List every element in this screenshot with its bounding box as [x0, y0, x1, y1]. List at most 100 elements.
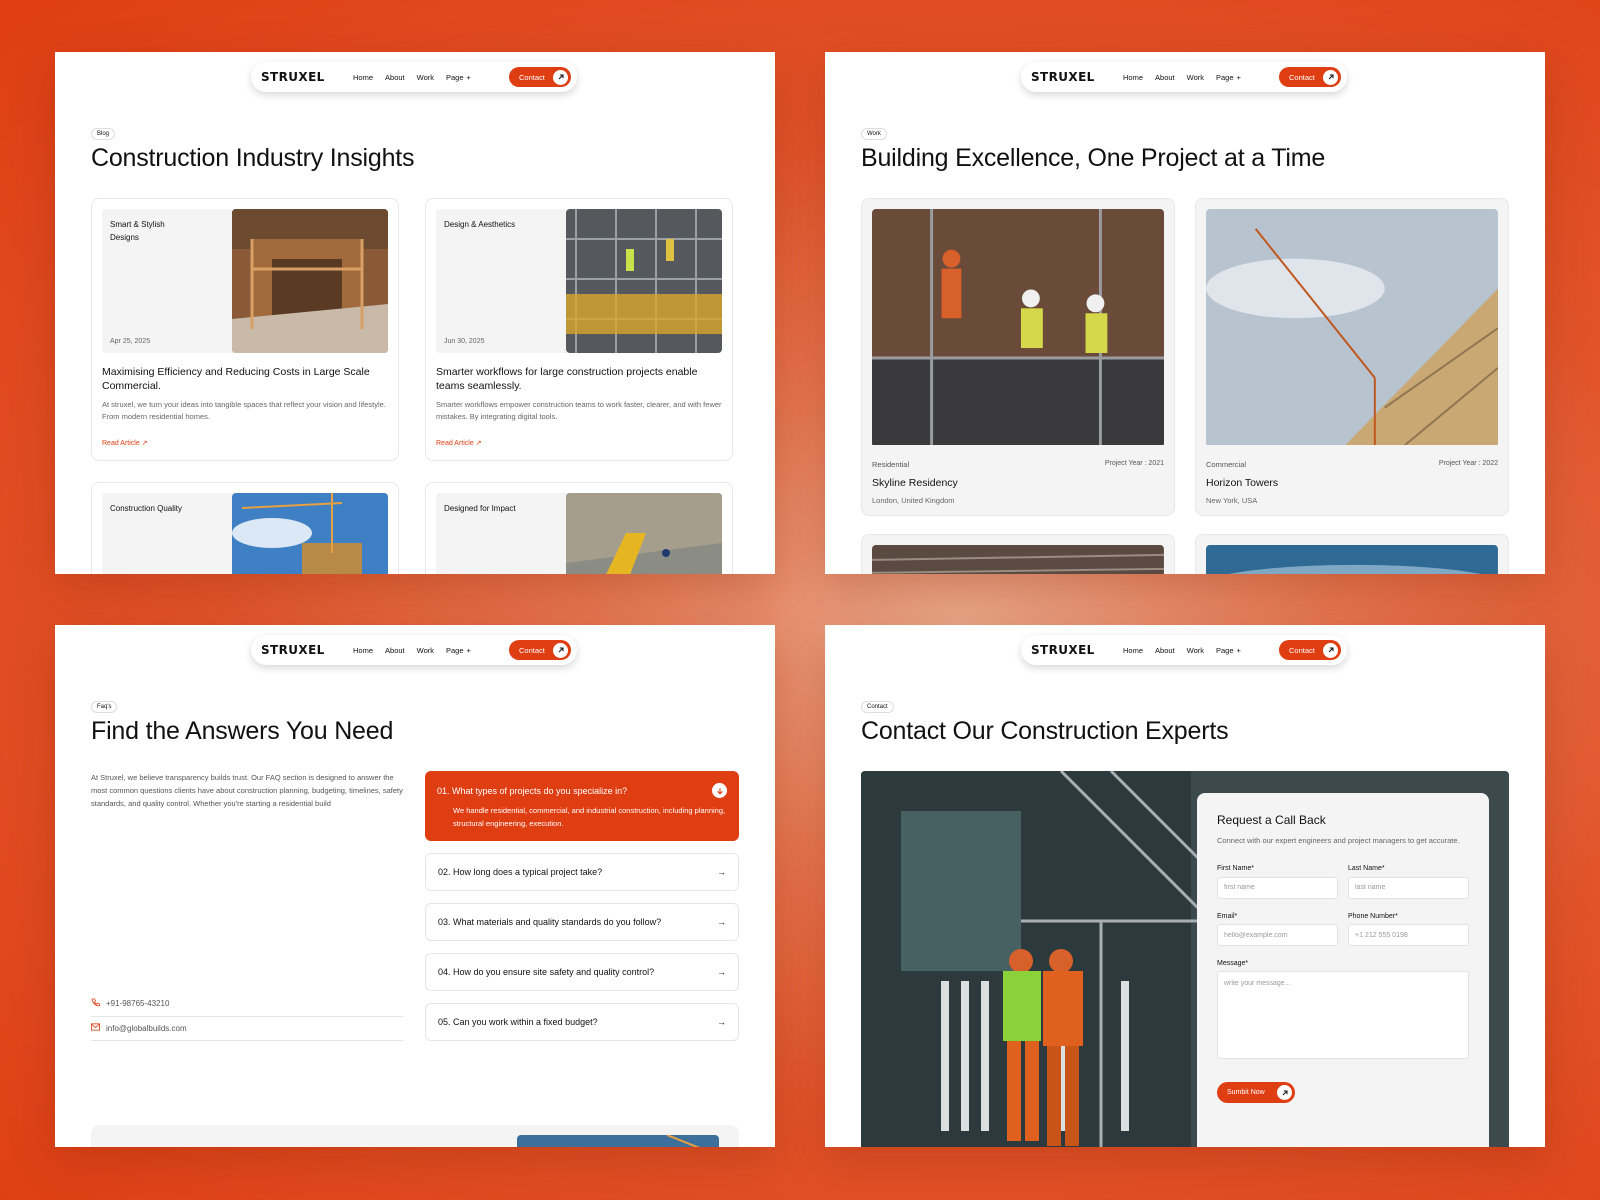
- chevron-down-icon[interactable]: [712, 783, 727, 798]
- page-title: Construction Industry Insights: [91, 144, 415, 172]
- contact-button[interactable]: Contact: [509, 67, 571, 87]
- faq-question: 03. What materials and quality standards…: [438, 917, 662, 927]
- plus-icon: +: [1236, 72, 1241, 82]
- arrow-right-icon: →: [717, 917, 726, 927]
- nav-work[interactable]: Work: [417, 73, 434, 82]
- form-title: Request a Call Back: [1217, 813, 1326, 827]
- read-article-label: Read Article: [102, 440, 140, 447]
- phone-label: Phone Number*: [1348, 912, 1398, 920]
- project-type: Commercial: [1206, 460, 1247, 469]
- email-label: Email*: [1217, 912, 1238, 920]
- faq-item[interactable]: 03. What materials and quality standards…: [425, 903, 739, 941]
- blog-card-category: Design & Aesthetics: [444, 220, 516, 229]
- read-article-link[interactable]: Read Article ↗: [436, 439, 482, 447]
- blog-card-category: Designed for Impact: [444, 504, 516, 513]
- email-contact[interactable]: info@globalbuilds.com: [91, 1023, 403, 1041]
- nav-about[interactable]: About: [1155, 646, 1175, 655]
- message-label: Message*: [1217, 960, 1249, 967]
- project-image: [1206, 545, 1498, 574]
- blog-card[interactable]: Designed for Impact: [425, 482, 733, 574]
- nav-about[interactable]: About: [385, 646, 405, 655]
- project-card[interactable]: Commercial Project Year : 2022 Horizon To…: [1195, 198, 1509, 516]
- email-address: info@globalbuilds.com: [106, 1023, 187, 1033]
- nav-about[interactable]: About: [1155, 73, 1175, 82]
- project-location: London, United Kingdom: [872, 496, 955, 505]
- nav-home[interactable]: Home: [1123, 73, 1143, 82]
- logo[interactable]: STRUXEL: [261, 643, 353, 657]
- last-name-field[interactable]: [1348, 876, 1469, 899]
- nav-about[interactable]: About: [385, 73, 405, 82]
- contact-button[interactable]: Contact: [509, 640, 571, 660]
- nav-home[interactable]: Home: [353, 73, 373, 82]
- contact-button[interactable]: Contact: [1279, 640, 1341, 660]
- phone-field[interactable]: [1348, 924, 1469, 946]
- nav-page[interactable]: Page +: [446, 646, 471, 655]
- blog-card-image: [232, 493, 388, 574]
- arrow-up-right-icon: [1323, 69, 1338, 85]
- nav-work[interactable]: Work: [417, 646, 434, 655]
- contact-button-label: Contact: [519, 72, 545, 82]
- work-page-panel: STRUXEL Home About Work Page + Contact Wo…: [825, 52, 1545, 574]
- project-image: [872, 209, 1164, 447]
- navbar: STRUXEL Home About Work Page + Contact: [251, 62, 577, 92]
- blog-page-panel: STRUXEL Home About Work Page + Contact Bl…: [55, 52, 775, 574]
- nav-page-label: Page: [446, 645, 464, 655]
- section-tag: Work: [861, 128, 887, 140]
- read-article-label: Read Article: [436, 440, 474, 447]
- page-title: Find the Answers You Need: [91, 717, 394, 745]
- arrow-right-icon: →: [717, 967, 726, 977]
- faq-item[interactable]: 05. Can you work within a fixed budget? →: [425, 1003, 739, 1041]
- contact-page-panel: STRUXEL Home About Work Page + Contact Co…: [825, 625, 1545, 1147]
- blog-card-title: Smarter workflows for large construction…: [436, 366, 698, 392]
- contact-button-label: Contact: [519, 645, 545, 655]
- logo[interactable]: STRUXEL: [1031, 70, 1123, 84]
- nav-page[interactable]: Page +: [1216, 646, 1241, 655]
- submit-button[interactable]: Sumbit Now: [1217, 1082, 1295, 1103]
- nav-page[interactable]: Page +: [446, 73, 471, 82]
- nav-work[interactable]: Work: [1187, 646, 1204, 655]
- project-year: Project Year : 2022: [1438, 460, 1498, 467]
- first-name-label: First Name*: [1217, 865, 1254, 872]
- project-image: [872, 545, 1164, 574]
- nav-work[interactable]: Work: [1187, 73, 1204, 82]
- contact-button-label: Contact: [1289, 645, 1315, 655]
- email-field[interactable]: [1217, 924, 1338, 946]
- arrow-up-right-icon: ↗: [475, 440, 482, 447]
- logo[interactable]: STRUXEL: [261, 70, 353, 84]
- blog-card[interactable]: Construction Quality: [91, 482, 399, 574]
- nav-page[interactable]: Page +: [1216, 73, 1241, 82]
- blog-card-title: Maximising Efficiency and Reducing Costs…: [102, 366, 370, 392]
- faq-intro-text: At Struxel, we believe transparency buil…: [91, 773, 403, 808]
- contact-button[interactable]: Contact: [1279, 67, 1341, 87]
- faq-question: 01. What types of projects do you specia…: [437, 785, 628, 796]
- page-title: Contact Our Construction Experts: [861, 717, 1229, 745]
- phone-number: +91-98765-43210: [106, 999, 170, 1008]
- faq-answer: We handle residential, commercial, and i…: [453, 806, 726, 828]
- submit-button-label: Sumbit Now: [1227, 1089, 1265, 1096]
- blog-card[interactable]: Smart & Stylish Designs Apr 25, 2025 Max…: [91, 198, 399, 461]
- faq-item[interactable]: 04. How do you ensure site safety and qu…: [425, 953, 739, 991]
- faq-item-open[interactable]: 01. What types of projects do you specia…: [425, 771, 739, 841]
- blog-card-category: Construction Quality: [110, 504, 183, 513]
- faq-item[interactable]: 02. How long does a typical project take…: [425, 853, 739, 891]
- project-card[interactable]: [861, 534, 1175, 574]
- blog-card-date: Jun 30, 2025: [444, 338, 485, 345]
- phone-contact[interactable]: +91-98765-43210: [91, 998, 403, 1017]
- project-card[interactable]: Residential Project Year : 2021 Skyline R…: [861, 198, 1175, 516]
- nav-page-label: Page: [446, 72, 464, 82]
- banner-image: [517, 1135, 719, 1147]
- faq-question: 02. How long does a typical project take…: [438, 867, 603, 877]
- logo[interactable]: STRUXEL: [1031, 643, 1123, 657]
- faq-question: 04. How do you ensure site safety and qu…: [438, 967, 655, 977]
- first-name-field[interactable]: [1217, 876, 1338, 899]
- read-article-link[interactable]: Read Article ↗: [102, 439, 148, 447]
- project-card[interactable]: [1195, 534, 1509, 574]
- message-field[interactable]: [1217, 971, 1469, 1059]
- nav-home[interactable]: Home: [1123, 646, 1143, 655]
- navbar: STRUXEL Home About Work Page + Contact: [1021, 62, 1347, 92]
- blog-card[interactable]: Design & Aesthetics Jun 30, 2025 Smarter…: [425, 198, 733, 461]
- blog-card-image: [566, 493, 722, 574]
- mail-icon: [91, 1023, 100, 1033]
- arrow-up-right-icon: [553, 642, 568, 658]
- nav-home[interactable]: Home: [353, 646, 373, 655]
